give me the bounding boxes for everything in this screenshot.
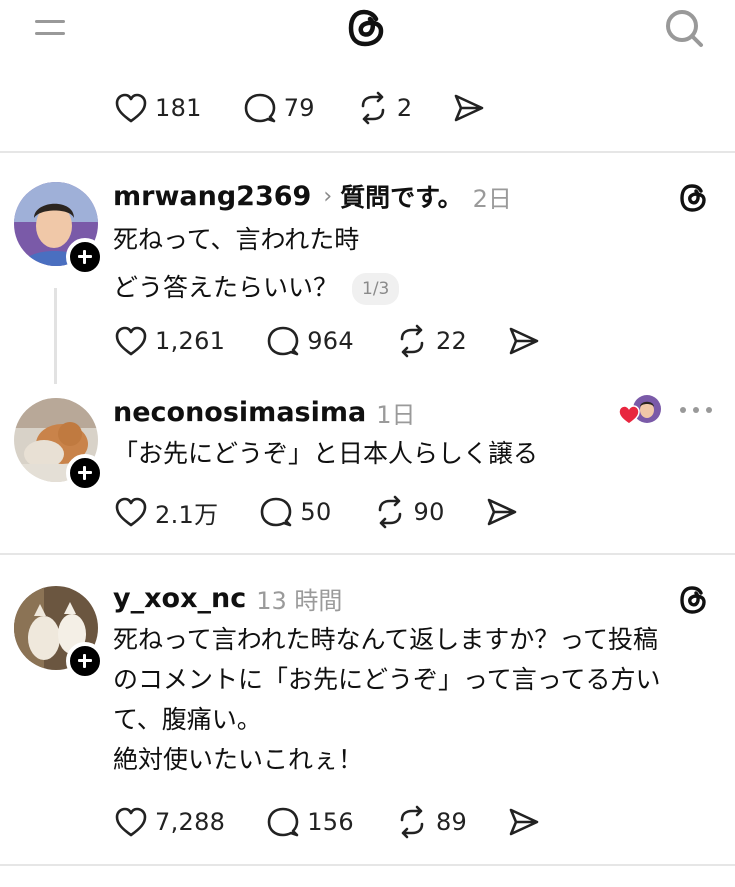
timestamp: 2日: [472, 184, 512, 213]
more-options-icon[interactable]: [678, 402, 714, 418]
like-button[interactable]: 7,288: [113, 804, 225, 840]
avatar[interactable]: [14, 586, 104, 680]
repost-icon: [378, 495, 401, 529]
username[interactable]: neconosimasima: [113, 397, 366, 428]
follow-plus-icon[interactable]: [66, 454, 104, 492]
username[interactable]: y_xox_nc: [113, 583, 246, 614]
post-actions: 1,261 964 22: [113, 321, 581, 361]
heart-icon: [115, 93, 147, 123]
follow-plus-icon[interactable]: [66, 642, 104, 680]
thread-connector-line: [54, 288, 57, 384]
like-count: 1,261: [155, 327, 226, 355]
repost-button[interactable]: 89: [394, 804, 467, 840]
page-indicator-badge: 1/3: [352, 273, 400, 305]
reply-count: 50: [300, 498, 332, 526]
send-icon: [509, 327, 539, 355]
heart-icon: [115, 326, 147, 356]
post-text-line: て、腹痛い。: [113, 705, 262, 734]
comment-icon: [261, 497, 292, 527]
threads-logo-icon[interactable]: [343, 4, 391, 52]
post-text-line: 死ねって言われた時なんて返しますか？って投稿: [113, 625, 659, 654]
follow-plus-icon[interactable]: [66, 238, 104, 276]
post-actions: 7,288 156 89: [113, 802, 581, 842]
threads-icon[interactable]: [676, 582, 712, 618]
post-header: y_xox_nc 13 時間: [113, 580, 342, 616]
post-header: mrwang2369 › 質問です。 2日: [113, 178, 512, 214]
topic-tag[interactable]: 質問です。: [340, 178, 463, 214]
post-text-line: 死ねって、言われた時: [113, 225, 360, 254]
share-button[interactable]: [507, 805, 541, 839]
reply-button[interactable]: 156: [265, 804, 354, 840]
post-actions: 2.1万 50 90: [113, 492, 559, 532]
repost-button[interactable]: 90: [372, 494, 445, 530]
repost-icon: [400, 805, 424, 839]
divider: [0, 553, 735, 555]
post-text: 「お先にどうぞ」と日本人らしく譲る: [113, 434, 538, 474]
repost-count: 2: [396, 94, 413, 122]
send-icon: [455, 94, 484, 122]
reply-count: 964: [307, 327, 354, 355]
search-icon[interactable]: [662, 6, 706, 50]
like-count: 181: [155, 94, 202, 122]
menu-icon[interactable]: [30, 12, 70, 44]
chevron-right-icon: ›: [323, 183, 333, 209]
heart-icon: [115, 807, 147, 837]
repost-count: 89: [435, 808, 468, 836]
post-text: 死ねって言われた時なんて返しますか？って投稿 のコメントに「お先にどうぞ」って言…: [113, 620, 661, 780]
reply-count: 79: [283, 94, 315, 122]
repost-icon: [400, 324, 424, 358]
divider: [0, 151, 735, 153]
reply-button[interactable]: 964: [265, 323, 354, 359]
comment-icon: [267, 326, 299, 356]
top-bar: [0, 0, 735, 64]
post-text-line: 「お先にどうぞ」と日本人らしく譲る: [113, 439, 539, 468]
threads-icon[interactable]: [676, 180, 712, 216]
send-icon: [509, 808, 539, 836]
share-button[interactable]: [507, 324, 541, 358]
post-text-line-row: どう答えたらいい？ 1/3: [113, 268, 400, 308]
reply-button[interactable]: 79: [242, 90, 315, 126]
like-count: 7,288: [155, 808, 226, 836]
username[interactable]: mrwang2369: [113, 181, 311, 212]
share-button[interactable]: [485, 495, 519, 529]
post-text: 死ねって、言われた時 どう答えたらいい？ 1/3: [113, 220, 400, 308]
avatar[interactable]: [14, 398, 104, 492]
timestamp: 13 時間: [256, 586, 343, 615]
like-count: 2.1万: [155, 500, 219, 529]
repost-count: 22: [435, 327, 468, 355]
comment-icon: [267, 807, 299, 837]
repost-button[interactable]: 22: [394, 323, 467, 359]
like-button[interactable]: 181: [113, 90, 202, 126]
previous-post-actions: 181 79 2: [113, 88, 526, 128]
repost-count: 90: [413, 498, 445, 526]
post-text-line: のコメントに「お先にどうぞ」って言ってる方い: [113, 665, 661, 694]
heart-icon: [115, 497, 147, 527]
heart-filled-icon: [618, 405, 640, 425]
avatar[interactable]: [14, 182, 104, 276]
share-button[interactable]: [452, 91, 486, 125]
reply-count: 156: [307, 808, 354, 836]
like-button[interactable]: 1,261: [113, 323, 225, 359]
reply-button[interactable]: 50: [258, 494, 331, 530]
comment-icon: [244, 93, 276, 123]
divider: [0, 864, 735, 866]
post-text-line: どう答えたらいい？: [113, 273, 339, 302]
repost-button[interactable]: 2: [355, 90, 413, 126]
like-button[interactable]: 2.1万: [113, 494, 218, 530]
timestamp: 1日: [376, 400, 416, 429]
liked-by-author-indicator: [618, 393, 664, 427]
repost-icon: [361, 91, 385, 125]
post-header: neconosimasima 1日: [113, 394, 416, 430]
send-icon: [487, 498, 516, 526]
post-text-line: 絶対使いたいこれぇ！: [113, 745, 364, 774]
